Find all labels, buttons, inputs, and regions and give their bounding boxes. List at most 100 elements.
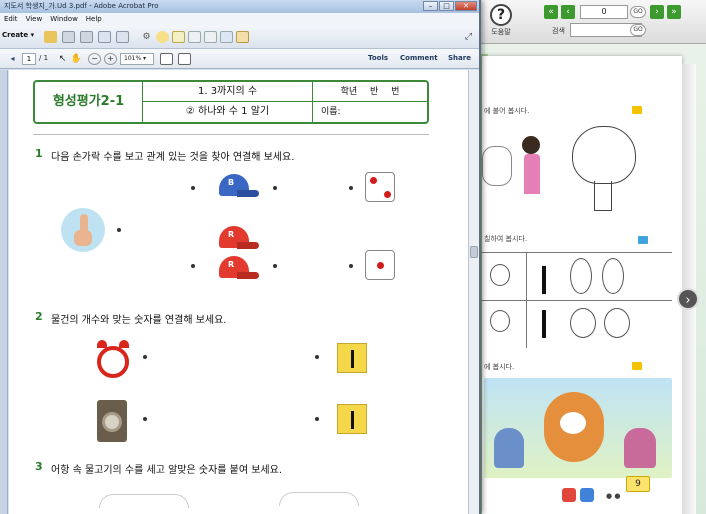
- attach-icon[interactable]: [204, 31, 217, 43]
- connection-dot[interactable]: [315, 417, 319, 421]
- app-icon[interactable]: [580, 488, 594, 502]
- help-label: 도움말: [491, 28, 511, 36]
- open-folder-icon[interactable]: [44, 31, 57, 43]
- page-number: 9: [626, 476, 650, 492]
- number-one-card: [337, 343, 367, 373]
- main-toolbar: Create ▾ ⚙ ⤢: [0, 26, 479, 49]
- blue-cap-icon: B: [215, 174, 259, 198]
- connection-dot[interactable]: [191, 264, 195, 268]
- connection-dot[interactable]: [349, 186, 353, 190]
- go-button[interactable]: GO: [630, 6, 646, 18]
- navigation-pane[interactable]: [0, 70, 8, 514]
- window-title: 지도서 학생지_가.Ud 3.pdf - Adobe Acrobat Pro: [4, 2, 159, 10]
- dice-pip: [384, 191, 391, 198]
- tree-outline: [482, 146, 512, 186]
- form-icon[interactable]: [220, 31, 233, 43]
- search-go-button[interactable]: GO: [630, 24, 646, 36]
- connection-dot[interactable]: [143, 355, 147, 359]
- search-label: 검색: [552, 27, 565, 35]
- connection-dot[interactable]: [117, 228, 121, 232]
- sign-icon[interactable]: [236, 31, 249, 43]
- clock-face: [97, 346, 129, 378]
- first-page-icon[interactable]: «: [544, 5, 558, 19]
- last-page-icon[interactable]: »: [667, 5, 681, 19]
- sticky-note-icon[interactable]: [172, 31, 185, 43]
- hand-tool-icon[interactable]: ✋: [70, 53, 83, 65]
- red-cap-icon: R: [215, 256, 259, 280]
- close-button[interactable]: ✕: [455, 1, 477, 11]
- book-stage: 에 불어 봅시다. 칠하여 봅시다. 에 봅시다. ● ●: [470, 44, 706, 514]
- page-toolbar: ◂ 1 / 1 ↖ ✋ − + 101% ▾ Tools Comment Sha…: [0, 49, 479, 69]
- question-number: 2: [35, 310, 43, 323]
- email-icon[interactable]: [98, 31, 111, 43]
- connection-dot[interactable]: [191, 186, 195, 190]
- fit-page-icon[interactable]: [160, 53, 173, 65]
- question-text: 어항 속 물고기의 수를 세고 알맞은 숫자를 붙여 보세요.: [51, 465, 283, 476]
- menu-view[interactable]: View: [26, 15, 43, 23]
- page-number-input[interactable]: 1: [22, 53, 36, 65]
- prev-page-icon[interactable]: ‹: [561, 5, 575, 19]
- prev-page-icon[interactable]: ◂: [6, 53, 19, 65]
- zoom-in-icon[interactable]: +: [104, 53, 117, 65]
- expand-icon[interactable]: ⤢: [462, 31, 475, 43]
- connection-dot[interactable]: [315, 355, 319, 359]
- worksheet-header: 형성평가2-1 1. 3까지의 수 ② 하나와 수 1 알기 학년 반 번 이름…: [33, 80, 429, 124]
- dice-pip: [370, 177, 377, 184]
- fruit-outline: [490, 310, 510, 332]
- scroll-thumb[interactable]: [470, 246, 478, 258]
- pdf-page: 형성평가2-1 1. 3까지의 수 ② 하나와 수 1 알기 학년 반 번 이름…: [9, 70, 468, 514]
- create-button[interactable]: Create ▾: [2, 31, 34, 39]
- page-total: / 1: [39, 54, 49, 62]
- vertical-scrollbar[interactable]: [468, 70, 479, 514]
- connection-dot[interactable]: [273, 186, 277, 190]
- dice-two-icon: [365, 172, 395, 202]
- tree-crown-outline: [572, 126, 636, 184]
- pineapple-outline: [602, 258, 624, 294]
- connection-dot[interactable]: [143, 417, 147, 421]
- tab-share[interactable]: Share: [448, 54, 471, 62]
- next-page-icon[interactable]: ›: [650, 5, 664, 19]
- book-text: 에 불어 봅시다.: [484, 107, 530, 115]
- question-number: 1: [35, 147, 43, 160]
- page-input[interactable]: 0: [580, 5, 628, 19]
- stroke-mark: [542, 266, 546, 294]
- minimize-button[interactable]: –: [423, 1, 438, 11]
- stroke-mark: [542, 310, 546, 338]
- speaker-icon: [97, 400, 127, 442]
- connection-dot[interactable]: [349, 264, 353, 268]
- help-button[interactable]: ? 도움말: [486, 2, 516, 42]
- app-icon[interactable]: [562, 488, 576, 502]
- window-titlebar[interactable]: 지도서 학생지_가.Ud 3.pdf - Adobe Acrobat Pro –…: [0, 0, 479, 13]
- number-one-card: [337, 404, 367, 434]
- fit-width-icon[interactable]: [178, 53, 191, 65]
- save-icon[interactable]: [62, 31, 75, 43]
- page-navigation: « ‹ 0 GO › » 검색 GO: [540, 2, 706, 42]
- tab-comment[interactable]: Comment: [400, 54, 438, 62]
- name-label: 이름:: [321, 107, 341, 117]
- next-page-arrow-icon[interactable]: ›: [677, 288, 699, 310]
- page-dots: ● ●: [606, 492, 621, 500]
- menu-bar: Edit View Window Help: [0, 13, 479, 26]
- zoom-select[interactable]: 101% ▾: [120, 53, 154, 65]
- menu-help[interactable]: Help: [86, 15, 102, 23]
- cap-letter: B: [228, 178, 235, 187]
- tab-tools[interactable]: Tools: [368, 54, 388, 62]
- zoom-out-icon[interactable]: −: [88, 53, 101, 65]
- connection-dot[interactable]: [273, 264, 277, 268]
- question-text: 다음 손가락 수를 보고 관계 있는 것을 찾아 연결해 보세요.: [51, 152, 295, 163]
- print-icon[interactable]: [80, 31, 93, 43]
- palm-shape: [74, 230, 92, 246]
- comment-icon[interactable]: [156, 31, 169, 43]
- select-cursor-icon[interactable]: ↖: [56, 53, 69, 65]
- table-line: [482, 300, 672, 301]
- pear-outline: [570, 308, 596, 338]
- acrobat-window: 지도서 학생지_가.Ud 3.pdf - Adobe Acrobat Pro –…: [0, 0, 481, 514]
- gear-icon[interactable]: ⚙: [140, 31, 153, 43]
- cap-brim: [237, 272, 259, 279]
- stamp-icon[interactable]: [188, 31, 201, 43]
- screen: ? 도움말 « ‹ 0 GO › » 검색 GO 에 불어 봅시다. 칠하여 봅…: [0, 0, 706, 514]
- menu-edit[interactable]: Edit: [4, 15, 18, 23]
- maximize-button[interactable]: □: [439, 1, 454, 11]
- menu-window[interactable]: Window: [50, 15, 78, 23]
- share-icon[interactable]: [116, 31, 129, 43]
